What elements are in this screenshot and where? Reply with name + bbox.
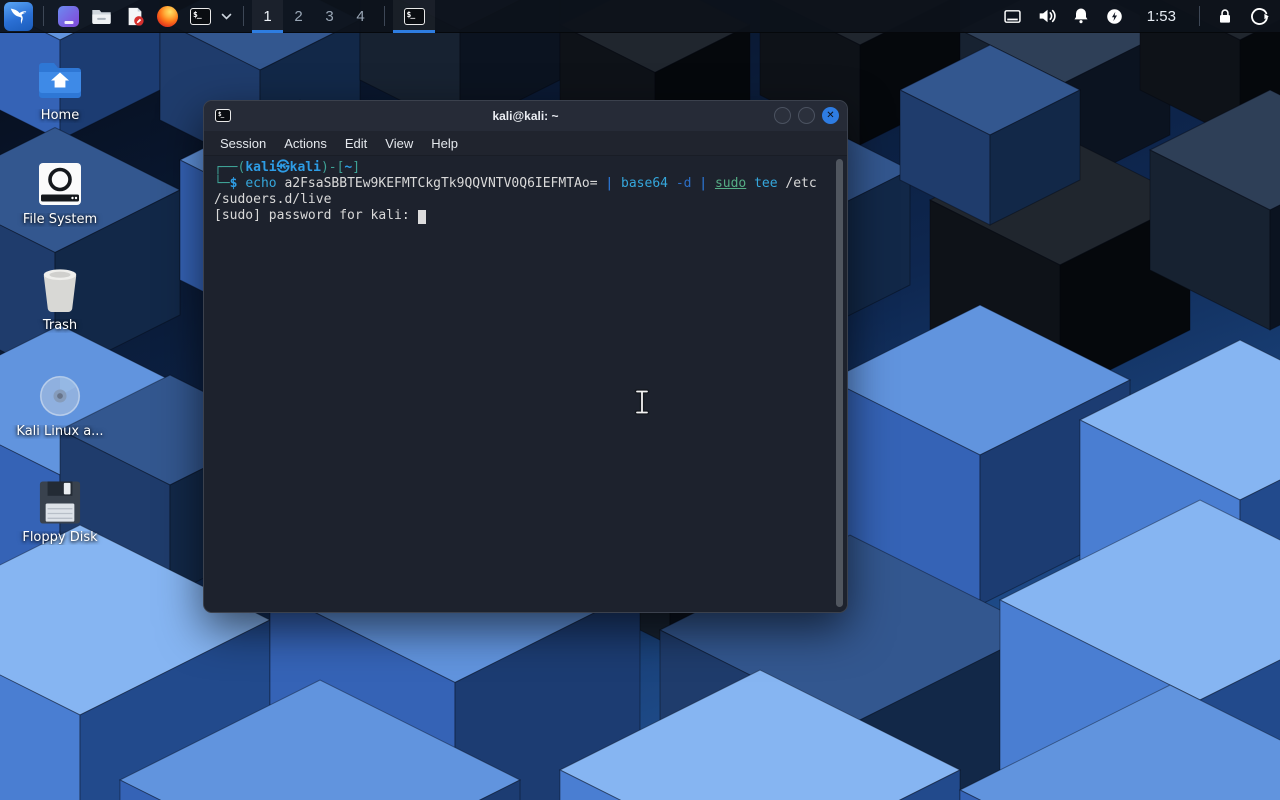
menu-session[interactable]: Session — [211, 133, 275, 154]
volume-icon — [1036, 5, 1058, 27]
desktop-icon-label: Floppy Disk — [12, 531, 108, 545]
terminal-line: └─$ echo a2FsaSBBTEw9KEFMTCkgTk9QQVNTV0Q… — [214, 176, 823, 192]
terminal-line: [sudo] password for kali: — [214, 208, 823, 224]
menu-actions[interactable]: Actions — [275, 133, 336, 154]
desktop-icon-file-system[interactable]: File System — [12, 160, 108, 227]
desktop-icon-kali-installer[interactable]: Kali Linux a... — [12, 372, 108, 439]
terminal-text-segment: -d — [676, 176, 692, 191]
launcher-window-app[interactable] — [52, 0, 85, 33]
home-folder-icon — [36, 59, 84, 101]
terminal-text-segment: )-[ — [321, 160, 344, 175]
close-button[interactable]: ✕ — [822, 107, 839, 124]
scrollbar-thumb[interactable] — [836, 159, 843, 607]
terminal-text-segment: kali㉿kali — [245, 160, 321, 175]
terminal-text-segment: echo — [245, 176, 276, 191]
launcher-terminal[interactable]: $_ — [184, 0, 217, 33]
workspace-1[interactable]: 1 — [252, 0, 283, 33]
workspace-4[interactable]: 4 — [345, 0, 376, 33]
workspace-3[interactable]: 3 — [314, 0, 345, 33]
power-manager-tray-button[interactable] — [1098, 0, 1132, 33]
terminal-scrollbar[interactable] — [836, 159, 843, 607]
window-title: kali@kali: ~ — [204, 109, 847, 123]
lock-screen-button[interactable] — [1208, 0, 1242, 33]
harddrive-icon — [37, 161, 83, 207]
folder-icon — [91, 7, 112, 26]
menu-view[interactable]: View — [376, 133, 422, 154]
terminal-window: $_ kali@kali: ~ ✕ Session Actions Edit V… — [203, 100, 848, 613]
taskbar-terminal-button[interactable]: $_ — [393, 0, 435, 33]
desktop-icon-trash[interactable]: Trash — [12, 266, 108, 333]
power-icon — [1105, 7, 1124, 26]
terminal-output[interactable]: ┌──(kali㉿kali)-[~]└─$ echo a2FsaSBBTEw9K… — [204, 156, 847, 612]
clock[interactable]: 1:53 — [1141, 0, 1182, 33]
launcher-text-editor[interactable] — [118, 0, 151, 33]
logout-button[interactable] — [1242, 0, 1276, 33]
terminal-text-segment — [613, 176, 621, 191]
terminal-text-segment: | — [605, 176, 613, 191]
volume-tray-button[interactable] — [1030, 0, 1064, 33]
terminal-icon: $_ — [404, 8, 425, 25]
top-panel: $_ 1 2 3 4 $_ — [0, 0, 1280, 33]
workspace-2[interactable]: 2 — [283, 0, 314, 33]
cd-disc-icon — [37, 373, 83, 419]
terminal-text-segment: ┌──( — [214, 160, 245, 175]
desktop-icon-label: Kali Linux a... — [12, 425, 108, 439]
terminal-icon: $_ — [190, 8, 211, 25]
terminal-text-segment — [746, 176, 754, 191]
terminal-text-segment: sudo — [715, 176, 746, 191]
terminal-text-segment: /etc — [785, 176, 816, 191]
chevron-down-icon — [221, 13, 232, 20]
menu-help[interactable]: Help — [422, 133, 467, 154]
logout-icon — [1249, 6, 1270, 27]
terminal-line: /sudoers.d/live — [214, 192, 823, 208]
menu-edit[interactable]: Edit — [336, 133, 376, 154]
terminal-text-segment: /sudoers.d/live — [214, 192, 331, 207]
maximize-button[interactable] — [798, 107, 815, 124]
terminal-text-segment: └─ — [214, 176, 230, 191]
bell-icon — [1071, 6, 1091, 26]
minimize-button[interactable] — [774, 107, 791, 124]
terminal-text-segment: [sudo] password for kali: — [214, 208, 418, 223]
display-icon — [1002, 6, 1023, 27]
purple-window-icon — [58, 6, 79, 27]
display-tray-button[interactable] — [996, 0, 1030, 33]
terminal-text-segment: base64 — [621, 176, 668, 191]
panel-separator — [1199, 6, 1200, 26]
kali-menu-icon — [8, 5, 30, 27]
desktop-icon-label: Home — [12, 109, 108, 123]
terminal-text-segment — [707, 176, 715, 191]
applications-menu-button[interactable] — [4, 2, 33, 31]
close-icon: ✕ — [826, 111, 834, 121]
launcher-firefox[interactable] — [151, 0, 184, 33]
panel-separator — [384, 6, 385, 26]
terminal-text-segment: tee — [754, 176, 777, 191]
launcher-file-manager[interactable] — [85, 0, 118, 33]
system-tray: 1:53 — [996, 0, 1276, 33]
text-editor-icon — [125, 6, 145, 27]
terminal-cursor — [418, 210, 426, 224]
floppy-disk-icon — [38, 479, 82, 526]
lock-icon — [1215, 6, 1235, 26]
terminal-line: ┌──(kali㉿kali)-[~] — [214, 160, 823, 176]
terminal-menubar: Session Actions Edit View Help — [204, 131, 847, 156]
desktop-icon-floppy-disk[interactable]: Floppy Disk — [12, 478, 108, 545]
desktop-icon-label: File System — [12, 213, 108, 227]
notifications-tray-button[interactable] — [1064, 0, 1098, 33]
trash-icon — [39, 266, 81, 314]
terminal-dropdown-button[interactable] — [217, 0, 235, 33]
terminal-text-segment — [668, 176, 676, 191]
panel-separator — [43, 6, 44, 26]
firefox-icon — [157, 6, 178, 27]
window-titlebar[interactable]: $_ kali@kali: ~ ✕ — [204, 101, 847, 131]
desktop-icon-home[interactable]: Home — [12, 56, 108, 123]
desktop: $_ 1 2 3 4 $_ — [0, 0, 1280, 800]
panel-separator — [243, 6, 244, 26]
terminal-text-segment: | — [699, 176, 707, 191]
terminal-text-segment: ] — [352, 160, 360, 175]
terminal-text-segment: a2FsaSBBTEw9KEFMTCkgTk9QQVNTV0Q6IEFMTAo= — [277, 176, 606, 191]
desktop-icon-label: Trash — [12, 319, 108, 333]
